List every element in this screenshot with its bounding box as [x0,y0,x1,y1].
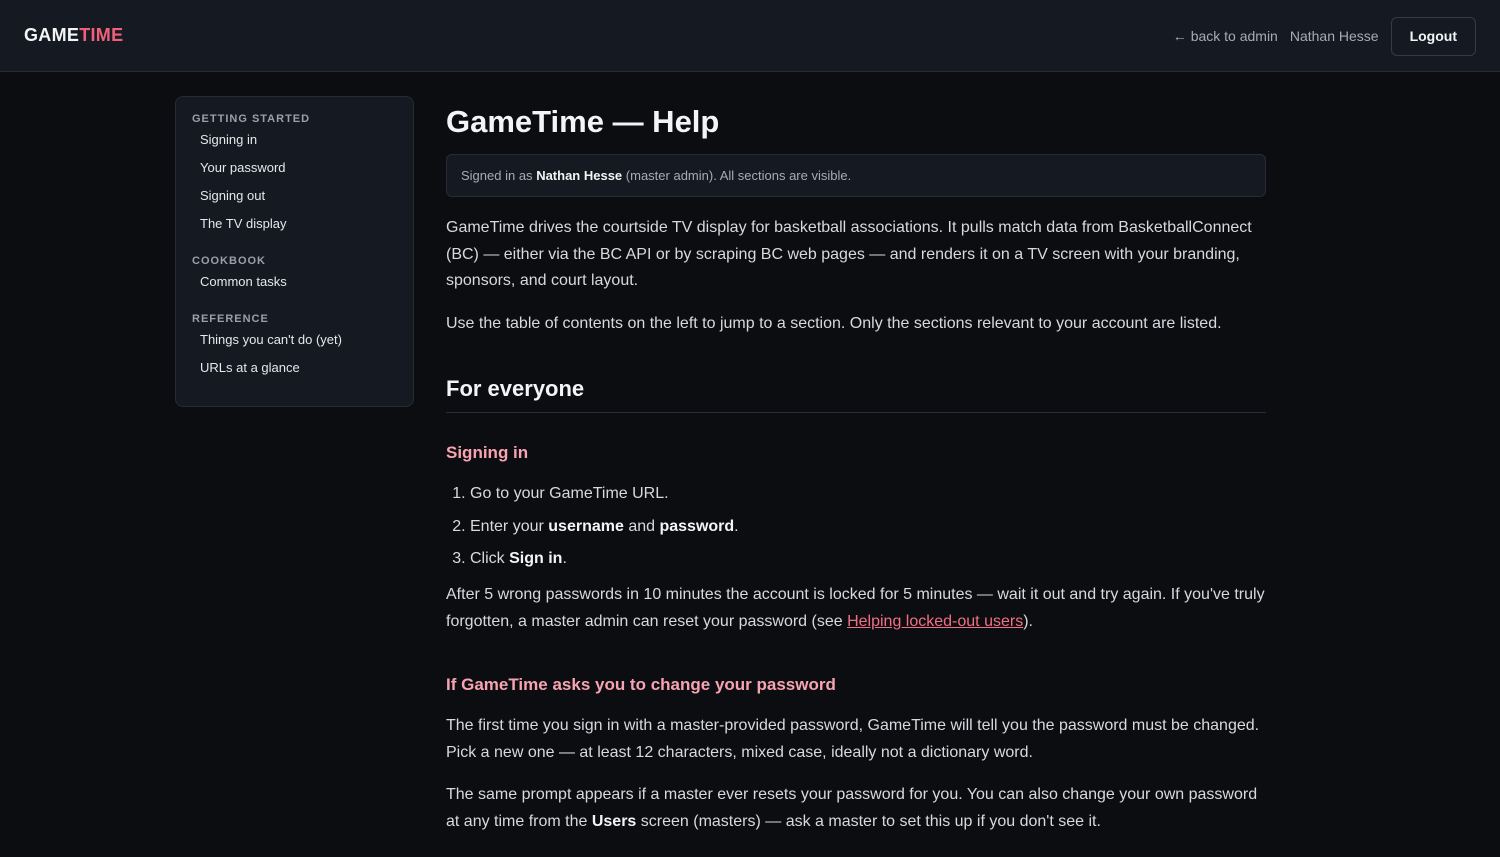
reset-text-end: screen (masters) — ask a master to set t… [640,812,1101,830]
brand-part1: GAME [24,25,80,45]
signed-in-notice: Signed in as Nathan Hesse (master admin)… [446,154,1266,197]
toc-item: Things you can't do (yet) [192,331,397,359]
back-to-admin-label: back to admin [1190,28,1278,44]
intro-paragraph: GameTime drives the courtside TV display… [446,219,1252,289]
toc-link-things-you-cant-do[interactable]: Things you can't do (yet) [192,331,397,359]
notice-suffix: (master admin). All sections are visible… [625,168,852,183]
toc-group-cookbook: Common tasks [192,273,397,301]
help-content: GameTime — Help Signed in as Nathan Hess… [446,100,1266,835]
toc-hint-paragraph: Use the table of contents on the left to… [446,314,1222,332]
table-of-contents: GETTING STARTED Signing in Your password… [175,96,414,407]
lockout-end: ). [1023,612,1033,630]
toc-heading-getting-started: GETTING STARTED [192,113,311,125]
step-item: Click Sign in. [470,546,1266,572]
toc-group-reference: Things you can't do (yet) URLs at a glan… [192,331,397,387]
toc-link-tv-display[interactable]: The TV display [192,215,397,243]
subsection-title-change-password: If GameTime asks you to change your pass… [446,675,836,694]
username-term: username [548,517,624,535]
users-screen-term: Users [591,812,637,830]
step-text: Click [470,550,505,567]
signing-in-steps: Go to your GameTime URL. Enter your user… [446,481,1266,572]
step-text: Enter your [470,517,544,535]
toc-item: Your password [192,159,397,187]
toc-item: Signing out [192,187,397,215]
step-text: and [628,517,656,535]
locked-out-users-link[interactable]: Helping locked-out users [847,613,1023,630]
subsection-title-signing-in: Signing in [446,443,529,462]
toc-link-common-tasks[interactable]: Common tasks [192,273,397,301]
step-item: Go to your GameTime URL. [470,481,1266,507]
toc-item: The TV display [192,215,397,243]
toc-heading-cookbook: COOKBOOK [192,255,266,267]
brand-logo[interactable]: GAMETIME [24,25,123,46]
toc-item: Signing in [192,131,397,159]
toc-item: Common tasks [192,273,397,301]
top-bar: GAMETIME ← back to admin Nathan Hesse Lo… [0,0,1500,72]
page-title: GameTime — Help [446,104,720,139]
step-text: . [562,550,567,567]
toc-heading-reference: REFERENCE [192,313,269,325]
back-to-admin-link[interactable]: ← back to admin [1173,28,1278,44]
notice-prefix: Signed in as [461,168,533,183]
toc-link-your-password[interactable]: Your password [192,159,397,187]
step-item: Enter your username and password. [470,514,1266,540]
change-password-paragraph: The first time you sign in with a master… [446,717,1260,761]
sign-in-term: Sign in [509,550,563,567]
toc-link-signing-out[interactable]: Signing out [192,187,397,215]
section-title-for-everyone: For everyone [446,376,1266,413]
brand-part2: TIME [79,25,124,45]
toc-item: URLs at a glance [192,359,397,387]
arrow-left-icon: ← [1172,28,1187,44]
toc-link-urls-at-a-glance[interactable]: URLs at a glance [192,359,397,387]
toc-group-getting-started: Signing in Your password Signing out The… [192,131,397,243]
logout-button[interactable]: Logout [1390,16,1476,56]
current-user-name: Nathan Hesse [1289,28,1379,44]
notice-user: Nathan Hesse [536,168,623,183]
password-term: password [659,517,735,535]
reset-password-paragraph: The same prompt appears if a master ever… [446,782,1266,835]
lockout-paragraph: After 5 wrong passwords in 10 minutes th… [446,582,1266,635]
step-text: . [734,517,739,535]
header-actions: ← back to admin Nathan Hesse Logout [1173,16,1476,56]
toc-link-signing-in[interactable]: Signing in [192,131,397,159]
step-text: Go to your GameTime URL. [470,485,669,502]
